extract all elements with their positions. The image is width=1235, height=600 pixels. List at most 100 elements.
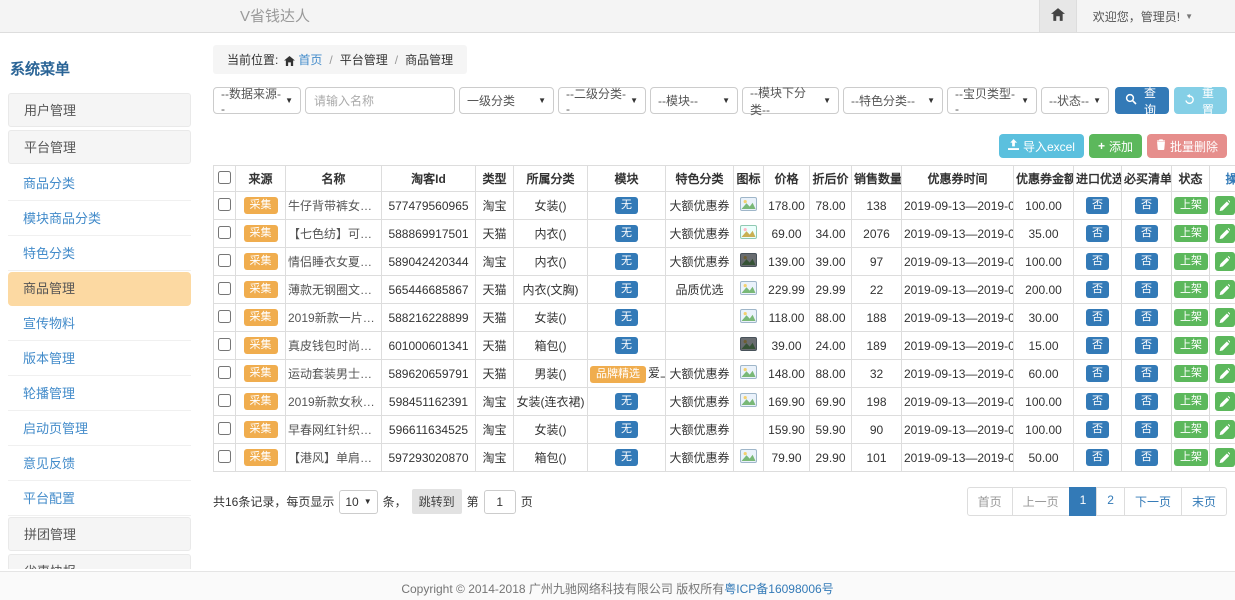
module-badge[interactable]: 无 bbox=[615, 225, 638, 241]
import-select-toggle[interactable]: 否 bbox=[1086, 197, 1109, 213]
edit-button[interactable] bbox=[1215, 224, 1235, 243]
jump-page-input[interactable] bbox=[484, 490, 516, 514]
filter-select[interactable]: --模块-- ▼ bbox=[650, 87, 738, 114]
module-badge[interactable]: 无 bbox=[615, 337, 638, 353]
sidebar-item-saving-express[interactable]: 省惠快报 bbox=[8, 554, 191, 569]
jump-button[interactable]: 跳转到 bbox=[412, 489, 462, 514]
module-badge[interactable]: 无 bbox=[615, 197, 638, 213]
filter-select[interactable]: --状态-- ▼ bbox=[1041, 87, 1109, 114]
status-badge[interactable]: 上架 bbox=[1174, 309, 1208, 325]
sidebar-item-carousel-management[interactable]: 轮播管理 bbox=[8, 377, 191, 411]
module-badge[interactable]: 无 bbox=[615, 449, 638, 465]
import-select-toggle[interactable]: 否 bbox=[1086, 309, 1109, 325]
edit-button[interactable] bbox=[1215, 392, 1235, 411]
row-checkbox[interactable] bbox=[218, 310, 231, 323]
status-badge[interactable]: 上架 bbox=[1174, 225, 1208, 241]
module-badge[interactable]: 无 bbox=[615, 281, 638, 297]
status-badge[interactable]: 上架 bbox=[1174, 197, 1208, 213]
icp-link[interactable]: 粤ICP备16098006号 bbox=[724, 582, 833, 596]
module-badge[interactable]: 无 bbox=[615, 253, 638, 269]
per-page-select[interactable]: 10 ▼ bbox=[339, 490, 377, 514]
must-buy-toggle[interactable]: 否 bbox=[1135, 225, 1158, 241]
import-select-toggle[interactable]: 否 bbox=[1086, 281, 1109, 297]
row-checkbox[interactable] bbox=[218, 338, 231, 351]
must-buy-toggle[interactable]: 否 bbox=[1135, 281, 1158, 297]
sidebar-item-version-management[interactable]: 版本管理 bbox=[8, 342, 191, 376]
must-buy-toggle[interactable]: 否 bbox=[1135, 421, 1158, 437]
status-badge[interactable]: 上架 bbox=[1174, 253, 1208, 269]
home-button[interactable] bbox=[1039, 0, 1077, 32]
select-all-checkbox[interactable] bbox=[218, 171, 231, 184]
row-checkbox[interactable] bbox=[218, 254, 231, 267]
edit-button[interactable] bbox=[1215, 308, 1235, 327]
module-badge[interactable]: 无 bbox=[615, 393, 638, 409]
sidebar-item-platform-config[interactable]: 平台配置 bbox=[8, 482, 191, 516]
sidebar-item-feedback[interactable]: 意见反馈 bbox=[8, 447, 191, 481]
sidebar-item-module-product-category[interactable]: 模块商品分类 bbox=[8, 202, 191, 236]
edit-button[interactable] bbox=[1215, 196, 1235, 215]
module-badge[interactable]: 无 bbox=[615, 421, 638, 437]
pagination-button[interactable]: 上一页 bbox=[1012, 487, 1070, 516]
must-buy-toggle[interactable]: 否 bbox=[1135, 253, 1158, 269]
sidebar-item-promo-material[interactable]: 宣传物料 bbox=[8, 307, 191, 341]
import-select-toggle[interactable]: 否 bbox=[1086, 337, 1109, 353]
row-checkbox[interactable] bbox=[218, 366, 231, 379]
filter-select[interactable]: --数据来源-- ▼ bbox=[213, 87, 301, 114]
row-checkbox[interactable] bbox=[218, 394, 231, 407]
import-select-toggle[interactable]: 否 bbox=[1086, 449, 1109, 465]
must-buy-toggle[interactable]: 否 bbox=[1135, 337, 1158, 353]
edit-button[interactable] bbox=[1215, 252, 1235, 271]
sidebar-item-product-category[interactable]: 商品分类 bbox=[8, 167, 191, 201]
status-badge[interactable]: 上架 bbox=[1174, 365, 1208, 381]
filter-select[interactable]: --宝贝类型-- ▼ bbox=[947, 87, 1037, 114]
filter-select[interactable]: --特色分类-- ▼ bbox=[843, 87, 943, 114]
sidebar-item-user-management[interactable]: 用户管理 bbox=[8, 93, 191, 127]
sidebar-item-feature-category[interactable]: 特色分类 bbox=[8, 237, 191, 271]
pagination-button[interactable]: 首页 bbox=[967, 487, 1013, 516]
import-select-toggle[interactable]: 否 bbox=[1086, 365, 1109, 381]
filter-select[interactable]: 一级分类 ▼ bbox=[459, 87, 554, 114]
import-excel-button[interactable]: 导入excel bbox=[999, 134, 1084, 158]
import-select-toggle[interactable]: 否 bbox=[1086, 225, 1109, 241]
must-buy-toggle[interactable]: 否 bbox=[1135, 197, 1158, 213]
sidebar-item-platform-management[interactable]: 平台管理 bbox=[8, 130, 191, 164]
add-button[interactable]: + 添加 bbox=[1089, 134, 1142, 158]
pagination-button[interactable]: 1 bbox=[1069, 487, 1098, 516]
edit-button[interactable] bbox=[1215, 336, 1235, 355]
row-checkbox[interactable] bbox=[218, 226, 231, 239]
sidebar-item-product-management[interactable]: 商品管理 bbox=[8, 272, 191, 306]
import-select-toggle[interactable]: 否 bbox=[1086, 253, 1109, 269]
row-checkbox[interactable] bbox=[218, 450, 231, 463]
module-badge[interactable]: 无 bbox=[615, 309, 638, 325]
sidebar-item-splash-management[interactable]: 启动页管理 bbox=[8, 412, 191, 446]
filter-select[interactable]: --模块下分类-- ▼ bbox=[742, 87, 839, 114]
must-buy-toggle[interactable]: 否 bbox=[1135, 449, 1158, 465]
reset-button[interactable]: 重置 bbox=[1174, 87, 1227, 114]
status-badge[interactable]: 上架 bbox=[1174, 393, 1208, 409]
must-buy-toggle[interactable]: 否 bbox=[1135, 309, 1158, 325]
import-select-toggle[interactable]: 否 bbox=[1086, 421, 1109, 437]
edit-button[interactable] bbox=[1215, 364, 1235, 383]
status-badge[interactable]: 上架 bbox=[1174, 421, 1208, 437]
status-badge[interactable]: 上架 bbox=[1174, 337, 1208, 353]
row-checkbox[interactable] bbox=[218, 282, 231, 295]
status-badge[interactable]: 上架 bbox=[1174, 449, 1208, 465]
edit-button[interactable] bbox=[1215, 280, 1235, 299]
sidebar-item-group-buy-management[interactable]: 拼团管理 bbox=[8, 517, 191, 551]
name-search-input[interactable] bbox=[305, 87, 455, 114]
search-button[interactable]: 查询 bbox=[1115, 87, 1169, 114]
pagination-button[interactable]: 下一页 bbox=[1124, 487, 1182, 516]
filter-select[interactable]: --二级分类-- ▼ bbox=[558, 87, 646, 114]
import-select-toggle[interactable]: 否 bbox=[1086, 393, 1109, 409]
breadcrumb-home-link[interactable]: 首页 bbox=[298, 53, 322, 67]
edit-button[interactable] bbox=[1215, 420, 1235, 439]
must-buy-toggle[interactable]: 否 bbox=[1135, 393, 1158, 409]
module-badge[interactable]: 品牌精选 bbox=[590, 366, 646, 382]
batch-delete-button[interactable]: 批量删除 bbox=[1147, 134, 1227, 158]
edit-button[interactable] bbox=[1215, 448, 1235, 467]
user-menu[interactable]: 欢迎您，管理员! ▼ bbox=[1077, 0, 1235, 32]
pagination-button[interactable]: 末页 bbox=[1181, 487, 1227, 516]
must-buy-toggle[interactable]: 否 bbox=[1135, 365, 1158, 381]
pagination-button[interactable]: 2 bbox=[1096, 487, 1125, 516]
row-checkbox[interactable] bbox=[218, 422, 231, 435]
